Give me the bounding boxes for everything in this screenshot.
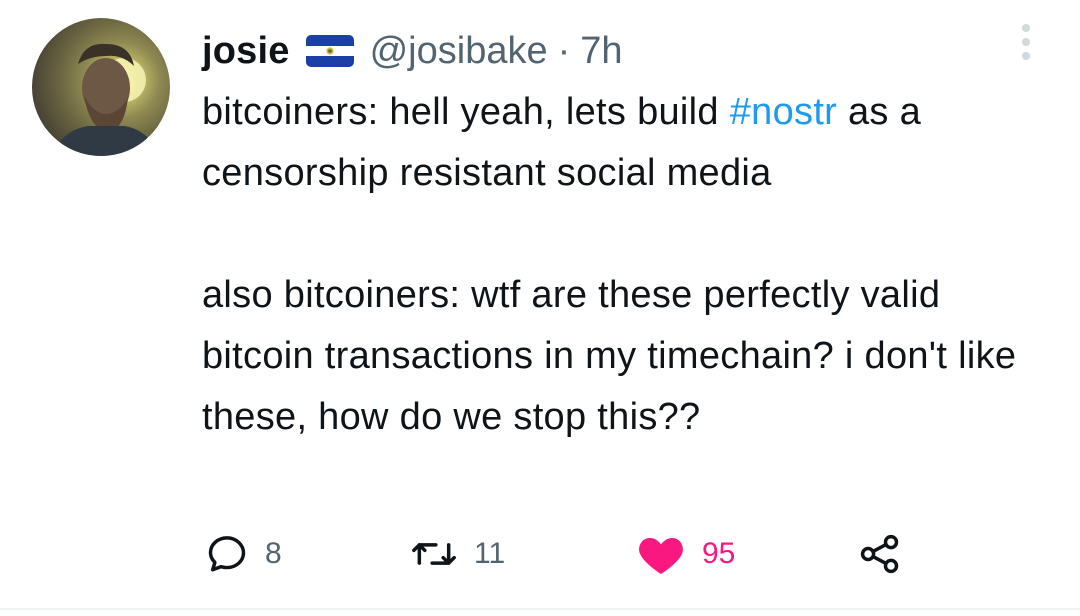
heart-filled-icon xyxy=(639,538,683,574)
retweet-button[interactable]: 11 xyxy=(410,522,505,586)
user-handle[interactable]: @josibake xyxy=(370,30,548,73)
more-dot-icon xyxy=(1022,38,1030,46)
el-salvador-flag-icon xyxy=(305,35,354,67)
hashtag-link[interactable]: #nostr xyxy=(730,91,837,133)
tweet-text: bitcoiners: hell yeah, lets build #nostr… xyxy=(202,82,1062,448)
tweet-text-before-hashtag: bitcoiners: hell yeah, lets build xyxy=(202,91,730,133)
tweet-card[interactable]: josie @josibake · 7h bitcoiners: hell ye… xyxy=(0,0,1080,616)
more-dot-icon xyxy=(1022,52,1030,60)
more-options-button[interactable] xyxy=(1014,22,1038,62)
retweet-icon xyxy=(412,543,456,565)
tweet-header: josie @josibake · 7h xyxy=(202,26,623,76)
retweet-count: 11 xyxy=(474,537,506,570)
timestamp[interactable]: 7h xyxy=(580,30,622,73)
reply-count: 8 xyxy=(265,537,282,570)
reply-button[interactable]: 8 xyxy=(205,522,282,586)
separator-dot: · xyxy=(557,29,571,72)
action-bar: 8 11 95 xyxy=(0,522,1080,586)
avatar-image xyxy=(52,43,158,156)
share-button[interactable] xyxy=(858,522,902,586)
share-icon xyxy=(860,534,899,574)
more-dot-icon xyxy=(1022,24,1030,32)
tweet-paragraph-2: also bitcoiners: wtf are these perfectly… xyxy=(202,274,1017,438)
like-button[interactable]: 95 xyxy=(636,522,735,586)
tweet-paragraph-1: bitcoiners: hell yeah, lets build #nostr… xyxy=(202,82,1062,204)
reply-icon xyxy=(208,536,246,572)
display-name[interactable]: josie xyxy=(202,30,290,73)
like-count: 95 xyxy=(702,537,736,570)
bottom-divider xyxy=(0,608,1080,610)
avatar[interactable] xyxy=(32,18,170,156)
